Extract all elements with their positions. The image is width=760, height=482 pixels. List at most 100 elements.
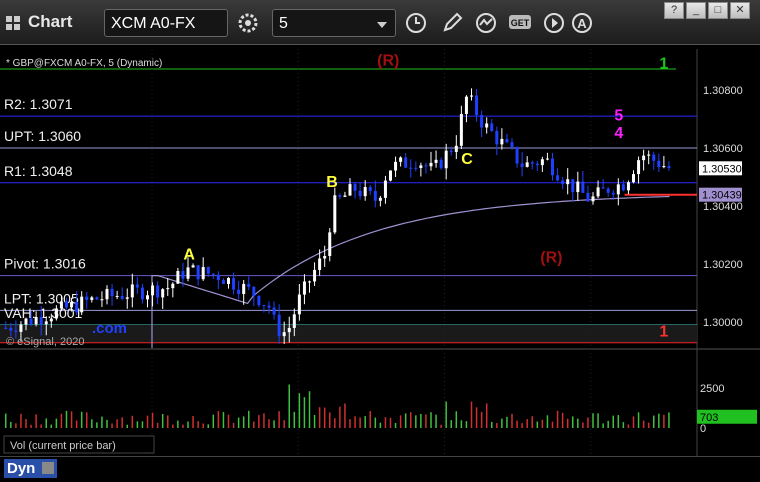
window-title: Chart (28, 12, 73, 31)
candle-body (343, 195, 347, 197)
candle-body (581, 181, 585, 193)
candle-body (556, 175, 560, 181)
candle-body (191, 265, 195, 268)
candle-body (566, 179, 570, 185)
dynamic-mode-button[interactable]: Dyn (4, 459, 57, 478)
candle-body (308, 281, 311, 283)
settings-icon[interactable] (236, 11, 260, 35)
candle-body (323, 255, 327, 259)
alert-icon[interactable]: A (570, 11, 594, 35)
candle-body (383, 180, 387, 198)
candle-body (657, 160, 661, 168)
chart-marker: C (461, 151, 473, 168)
candle-body (115, 295, 119, 297)
candle-body (333, 195, 337, 233)
candle-body (535, 163, 539, 166)
candle-body (621, 184, 625, 191)
candle-body (652, 154, 656, 161)
candle-body (545, 158, 549, 160)
level-label-upt: UPT: 1.3060 (4, 128, 81, 144)
candle-body (642, 155, 646, 161)
candle-body (601, 187, 605, 189)
candle-body (328, 232, 332, 256)
candle-body (196, 265, 200, 280)
price-tick-label: 1.30200 (703, 259, 743, 271)
candle-body (313, 269, 317, 282)
candle-body (140, 287, 144, 300)
candle-body (171, 283, 175, 289)
candle-body (495, 131, 499, 145)
chart-marker: 1 (659, 324, 668, 341)
candle-body (378, 197, 382, 201)
candle-body (39, 316, 43, 325)
candle-body (14, 330, 18, 332)
level-label-r2: R2: 1.3071 (4, 96, 73, 112)
candle-body (49, 318, 53, 322)
candle-body (551, 158, 554, 176)
candle-body (302, 281, 306, 295)
candle-body (454, 145, 458, 152)
candle-body (348, 184, 352, 196)
candle-body (571, 179, 575, 193)
candle-body (292, 314, 296, 328)
last-price-label: 1.30530 (702, 163, 742, 175)
candle-body (626, 182, 630, 191)
candle-body (272, 307, 276, 315)
candle-body (318, 258, 322, 270)
candle-body (667, 166, 671, 169)
volume-tick-label: 0 (700, 423, 706, 435)
candle-body (449, 150, 453, 152)
candle-body (520, 163, 524, 167)
candle-body (399, 157, 403, 162)
price-tick-label: 1.30400 (703, 201, 743, 213)
candle-body (373, 190, 377, 201)
clock-icon[interactable] (404, 11, 428, 35)
candle-body (490, 123, 494, 132)
candle-body (409, 167, 413, 169)
candle-body (297, 294, 301, 315)
candle-body (434, 159, 438, 163)
volume-title: Vol (current price bar) (10, 440, 116, 452)
candle-body (591, 196, 595, 202)
candle-body (368, 187, 372, 191)
get-icon[interactable]: GET (508, 11, 532, 35)
candle-body (29, 318, 33, 325)
candle-body (156, 285, 160, 298)
chart-marker: (R) (377, 52, 399, 69)
candle-body (662, 166, 666, 168)
candle-body (110, 288, 114, 297)
candle-body (540, 159, 544, 166)
candle-body (470, 95, 473, 97)
candle-body (429, 162, 433, 167)
restore-button[interactable]: □ (708, 2, 728, 19)
candle-body (414, 167, 418, 169)
interval-select[interactable]: 5 (272, 9, 396, 37)
candle-body (257, 295, 261, 306)
candle-body (227, 278, 230, 284)
candle-body (100, 299, 104, 301)
price-chart[interactable]: R2: 1.3071 UPT: 1.3060 R1: 1.3048 Pivot: 1.… (0, 44, 760, 481)
symbol-input[interactable]: XCM A0-FX (104, 9, 228, 37)
pencil-icon[interactable] (440, 11, 464, 35)
candle-body (211, 273, 215, 275)
candle-body (4, 327, 8, 329)
mode-icon (41, 462, 54, 474)
candle-body (510, 142, 514, 148)
svg-text:GET: GET (511, 18, 530, 28)
help-button[interactable]: ? (664, 2, 684, 19)
candle-body (232, 278, 236, 290)
chart-marker: (R) (540, 250, 562, 267)
candle-body (206, 267, 210, 274)
candle-body (90, 297, 94, 300)
candle-body (485, 123, 489, 128)
candle-body (282, 332, 286, 337)
candle-body (475, 95, 479, 116)
chart-marker: 1 (659, 55, 668, 72)
play-icon[interactable] (542, 11, 566, 35)
interval-value: 5 (279, 15, 288, 32)
minimize-button[interactable]: _ (686, 2, 706, 19)
chart-legend: * GBP@FXCM A0-FX, 5 (Dynamic) (6, 58, 162, 69)
candle-body (105, 288, 109, 300)
close-button[interactable]: ✕ (730, 2, 750, 19)
study-icon[interactable] (474, 11, 498, 35)
